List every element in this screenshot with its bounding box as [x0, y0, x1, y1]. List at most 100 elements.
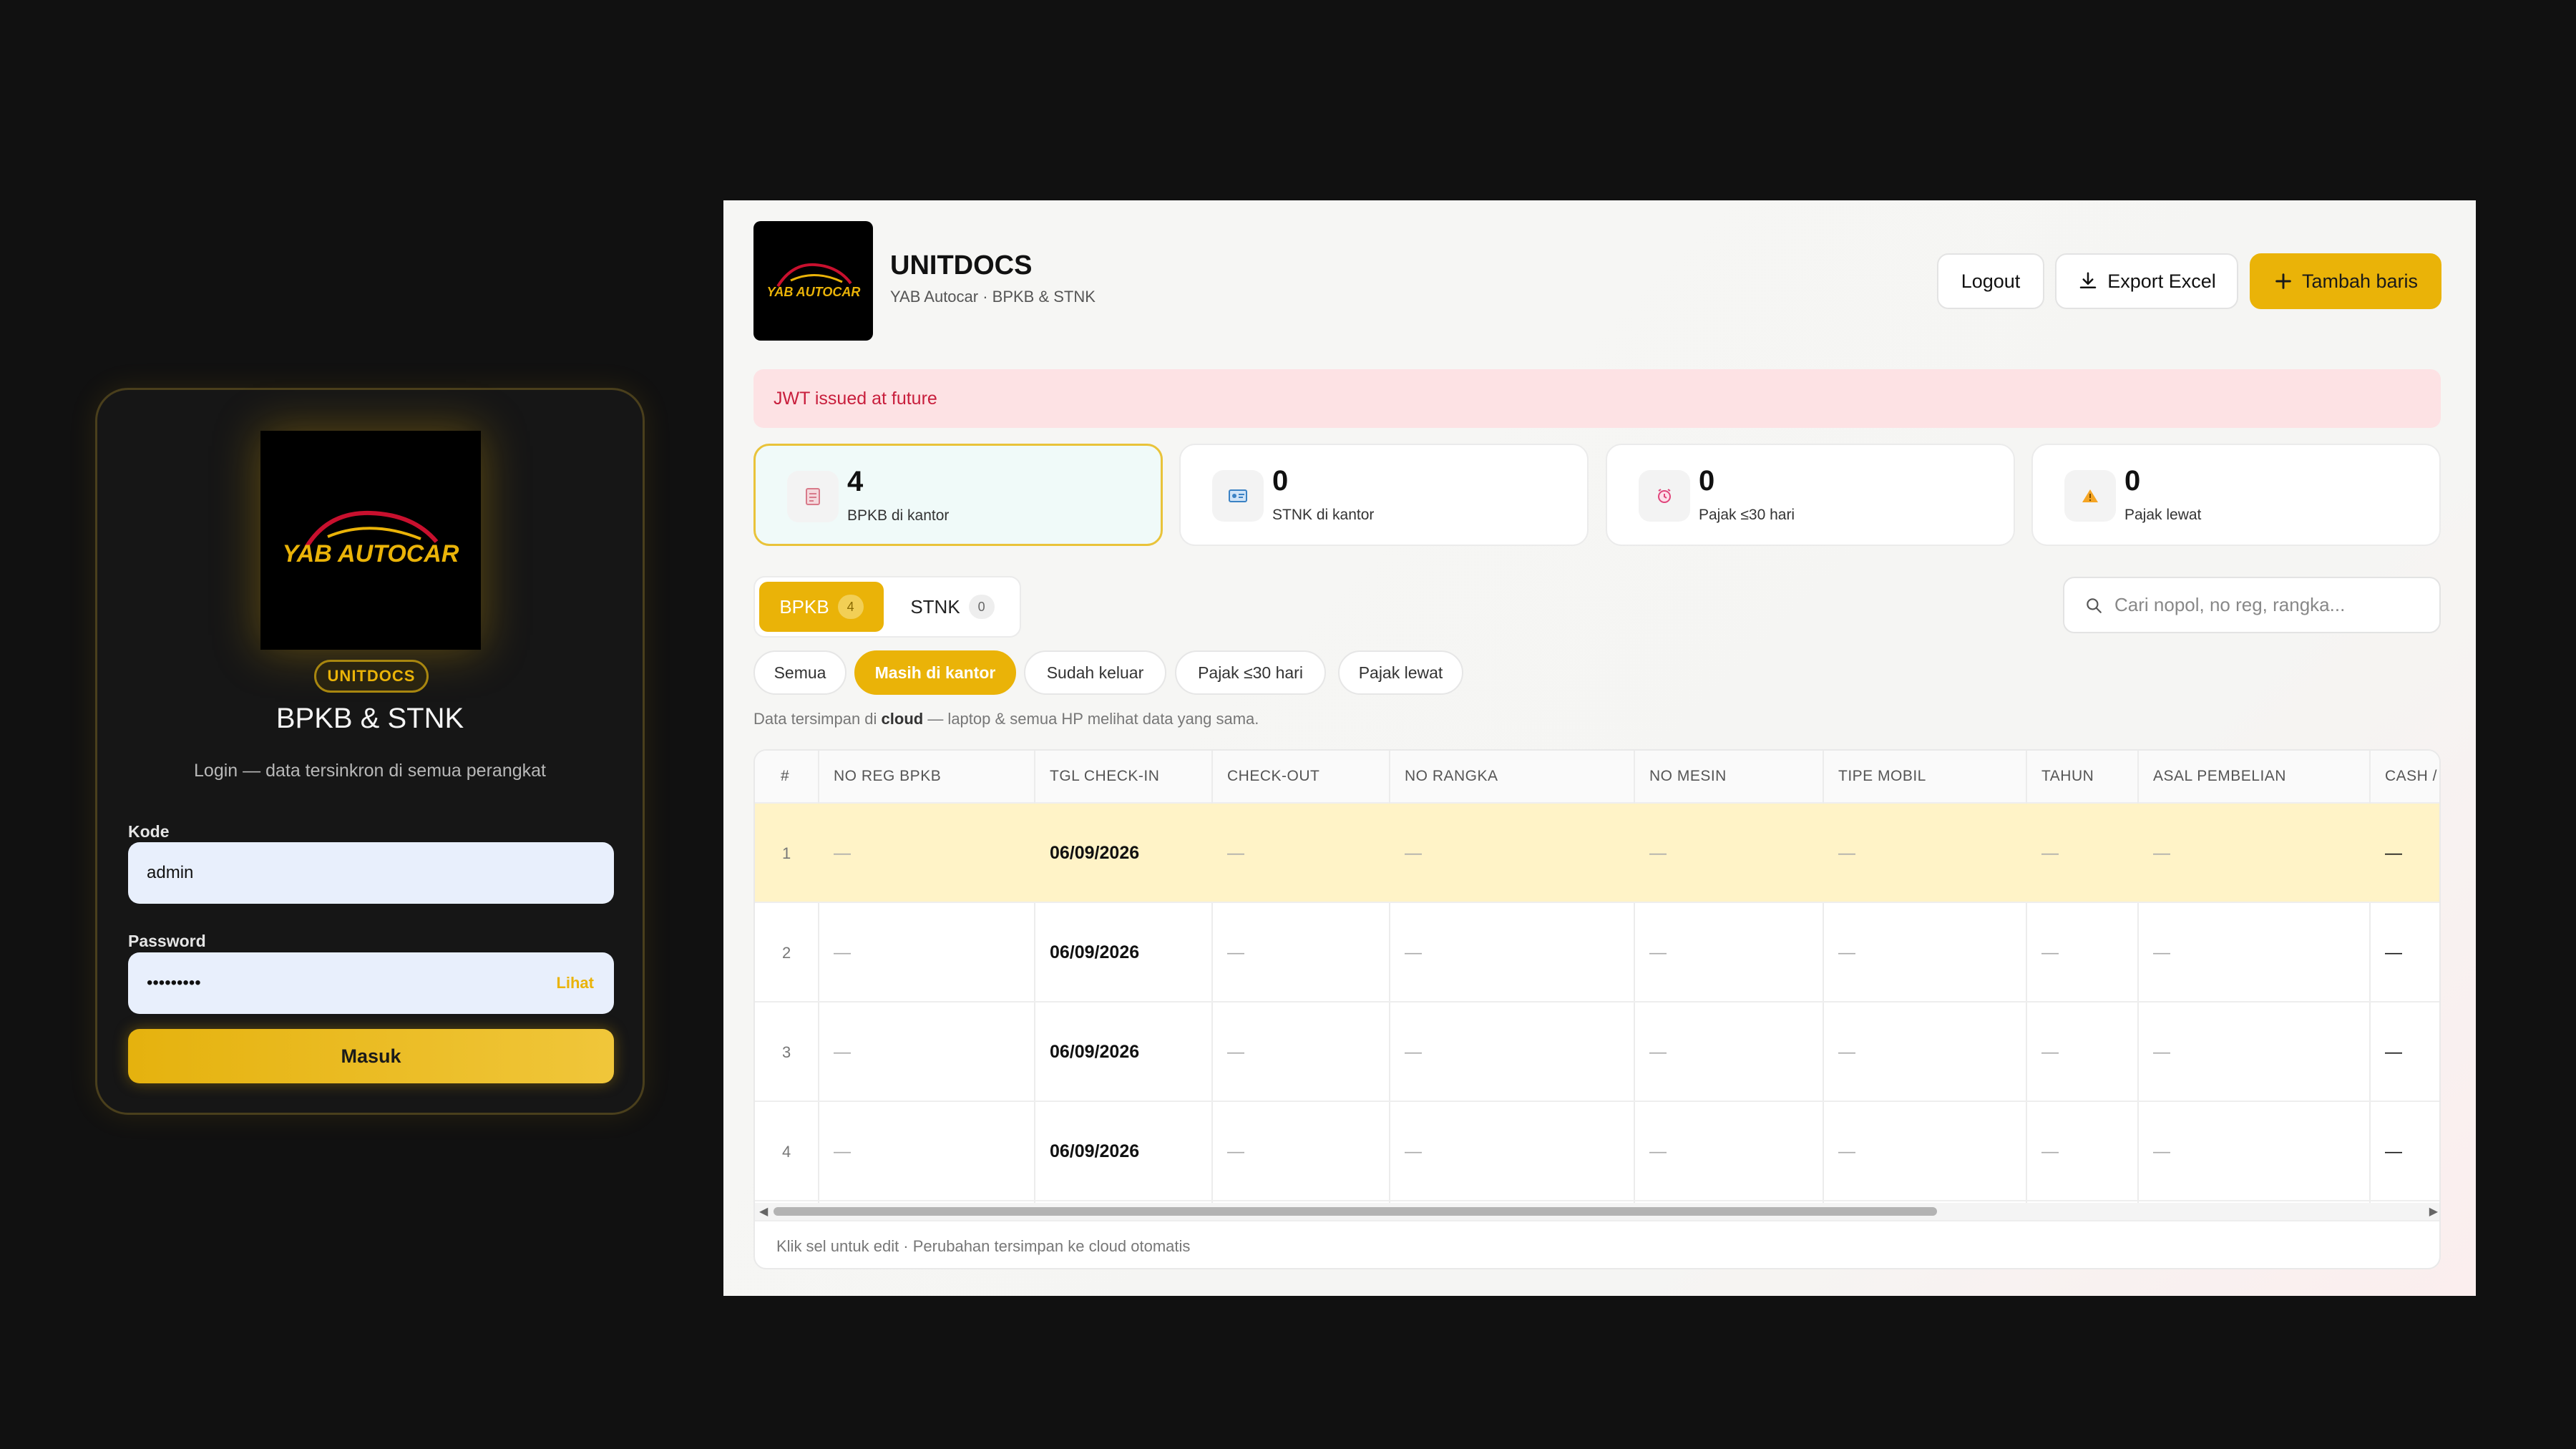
table-cell[interactable]: — — [1211, 903, 1389, 1002]
table-cell[interactable]: — — [818, 804, 1034, 903]
column-header: # — [755, 751, 818, 804]
export-excel-button[interactable]: Export Excel — [2055, 253, 2238, 309]
error-alert: JWT issued at future — [753, 369, 2441, 428]
password-label: Password — [128, 932, 206, 950]
page-title: UNITDOCS — [890, 250, 1033, 280]
table-cell[interactable]: — — [2026, 1002, 2137, 1102]
code-label: Kode — [128, 822, 170, 841]
column-header: TAHUN — [2026, 751, 2137, 804]
horizontal-scrollbar[interactable]: ◀ ▶ — [755, 1203, 2439, 1220]
search-input[interactable]: Cari nopol, no reg, rangka... — [2063, 577, 2441, 633]
table-cell[interactable]: — — [1634, 903, 1823, 1002]
column-header: NO REG BPKB — [818, 751, 1034, 804]
login-title: BPKB & STNK — [275, 703, 464, 734]
logout-label: Logout — [1961, 270, 2021, 292]
scroll-left-icon[interactable]: ◀ — [759, 1204, 768, 1219]
table-cell[interactable]: — — [2026, 903, 2137, 1002]
password-input[interactable]: ••••••••• Lihat — [128, 952, 614, 1014]
table-row[interactable]: 2—06/09/2026— — — — — — — — [755, 903, 2439, 1002]
table-cell: 4 — [782, 1142, 791, 1161]
table-cell[interactable]: — — [1634, 1102, 1823, 1201]
table-cell[interactable]: — — [1389, 1102, 1634, 1201]
table-cell[interactable]: — — [818, 1002, 1034, 1102]
download-icon — [2079, 272, 2097, 288]
table-cell[interactable]: — — [1823, 1002, 2026, 1102]
tab-stnk[interactable]: STNK 0 — [895, 582, 1010, 632]
table-cell[interactable]: — — [2369, 1102, 2439, 1201]
add-row-label: Tambah baris — [2301, 270, 2419, 292]
code-input[interactable]: admin — [128, 842, 614, 904]
cloud-note: Data tersimpan di cloud — laptop & semua… — [753, 710, 1259, 728]
document-icon — [787, 471, 839, 522]
table-cell: 2 — [782, 943, 791, 962]
stat-card-bpkb[interactable]: 4 BPKB di kantor — [753, 444, 1163, 546]
table-row[interactable]: 4—06/09/2026— — — — — — — — [755, 1102, 2439, 1201]
add-row-button[interactable]: Tambah baris — [2250, 253, 2441, 309]
table-cell[interactable]: — — [1389, 903, 1634, 1002]
table-cell[interactable]: — — [2137, 804, 2369, 903]
plus-icon — [2275, 273, 2291, 289]
table-cell[interactable]: — — [1823, 903, 2026, 1002]
note-text: Data tersimpan di — [753, 710, 882, 728]
table-cell[interactable]: — — [2026, 804, 2137, 903]
table-cell[interactable]: 06/09/2026 — [1034, 1002, 1211, 1102]
table-cell[interactable]: — — [2137, 903, 2369, 1002]
table-cell[interactable]: — — [1634, 804, 1823, 903]
password-value: ••••••••• — [147, 973, 201, 992]
stat-card-stnk[interactable]: 0 STNK di kantor — [1179, 444, 1589, 546]
filter-in-office[interactable]: Masih di kantor — [854, 650, 1016, 695]
table-cell[interactable]: — — [1389, 804, 1634, 903]
search-icon — [2087, 597, 2102, 613]
tab-count-badge: 4 — [837, 595, 864, 619]
stat-label: Pajak ≤30 hari — [1699, 507, 1795, 523]
car-logo-icon: YAB AUTOCAR — [283, 510, 459, 567]
stat-label: Pajak lewat — [2124, 507, 2202, 523]
column-header: NO RANGKA — [1389, 751, 1634, 804]
filter-all[interactable]: Semua — [753, 650, 847, 695]
table-cell[interactable]: — — [818, 1102, 1034, 1201]
filter-checked-out[interactable]: Sudah keluar — [1024, 650, 1166, 695]
export-excel-label: Export Excel — [2107, 270, 2216, 292]
table-cell[interactable]: — — [2026, 1102, 2137, 1201]
table-cell[interactable]: 06/09/2026 — [1034, 903, 1211, 1002]
table-cell[interactable]: — — [1823, 1102, 2026, 1201]
table-cell[interactable]: — — [1823, 804, 2026, 903]
stat-value: 0 — [1699, 465, 1715, 497]
stat-card-tax-overdue[interactable]: 0 Pajak lewat — [2031, 444, 2441, 546]
table-cell[interactable]: — — [2369, 903, 2439, 1002]
table-row[interactable]: 3—06/09/2026— — — — — — — — [755, 1002, 2439, 1102]
tab-count-badge: 0 — [968, 595, 995, 619]
table-cell[interactable]: — — [1211, 1002, 1389, 1102]
stat-card-tax-due[interactable]: 0 Pajak ≤30 hari — [1606, 444, 2015, 546]
filter-tax-overdue[interactable]: Pajak lewat — [1338, 650, 1463, 695]
table-cell[interactable]: — — [2137, 1002, 2369, 1102]
login-submit-button[interactable]: Masuk — [128, 1029, 614, 1083]
filter-tax-due[interactable]: Pajak ≤30 hari — [1175, 650, 1326, 695]
table-cell[interactable]: — — [1211, 1102, 1389, 1201]
stat-value: 4 — [847, 466, 864, 497]
table-cell[interactable]: 06/09/2026 — [1034, 804, 1211, 903]
table-cell[interactable]: — — [2137, 1102, 2369, 1201]
table-cell[interactable]: — — [1389, 1002, 1634, 1102]
tab-bpkb[interactable]: BPKB 4 — [759, 582, 884, 632]
show-password-button[interactable]: Lihat — [556, 974, 594, 992]
table-cell[interactable]: — — [2369, 1002, 2439, 1102]
column-header: ASAL PEMBELIAN — [2137, 751, 2369, 804]
table-cell[interactable]: — — [1634, 1002, 1823, 1102]
app-window: YAB AUTOCAR UNITDOCS YAB Autocar · BPKB … — [723, 200, 2476, 1296]
table-footer: Klik sel untuk edit · Perubahan tersimpa… — [755, 1220, 2439, 1268]
table-cell[interactable]: 06/09/2026 — [1034, 1102, 1211, 1201]
car-logo-icon: YAB AUTOCAR — [766, 263, 860, 299]
table-cell: 3 — [782, 1043, 791, 1061]
table-cell: 1 — [782, 844, 791, 862]
table-cell[interactable]: — — [1211, 804, 1389, 903]
table-cell[interactable]: — — [2369, 804, 2439, 903]
scroll-right-icon[interactable]: ▶ — [2429, 1204, 2438, 1219]
table-row[interactable]: 1—06/09/2026— — — — — — — — [755, 804, 2439, 903]
logout-button[interactable]: Logout — [1937, 253, 2044, 309]
stat-value: 0 — [2124, 465, 2141, 497]
document-tabs: BPKB 4 STNK 0 — [753, 576, 1021, 638]
table-cell[interactable]: — — [818, 903, 1034, 1002]
login-card: YAB AUTOCAR UNITDOCS BPKB & STNK Login —… — [95, 388, 645, 1115]
scrollbar-thumb[interactable] — [774, 1207, 1937, 1216]
